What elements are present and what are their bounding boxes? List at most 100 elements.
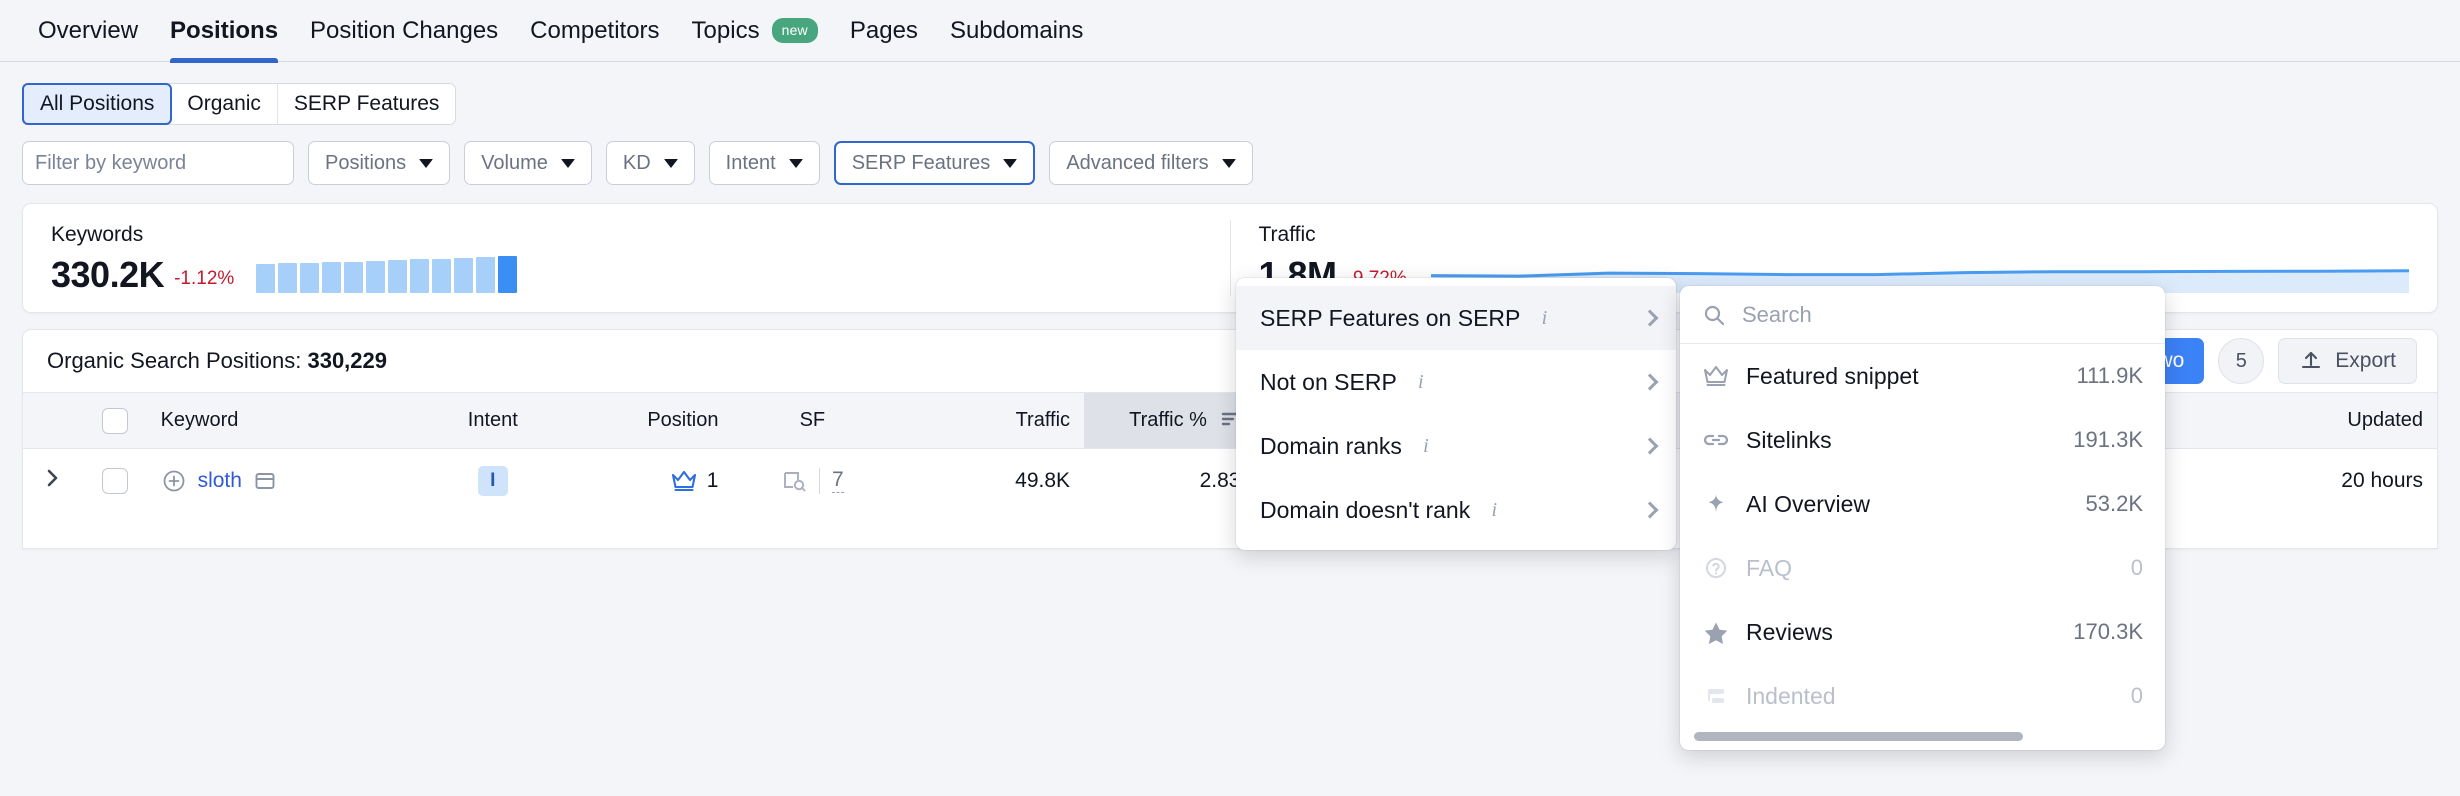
menu-item-domain-doesnt-rank[interactable]: Domain doesn't rank i	[1236, 478, 1676, 542]
chevron-down-icon	[788, 158, 803, 168]
feature-label: Reviews	[1746, 618, 1833, 645]
row-position-cell: 1	[573, 449, 733, 513]
positions-filter-tabs: All Positions Organic SERP Features	[22, 83, 457, 125]
feature-count: 0	[2130, 683, 2143, 708]
col-intent[interactable]: Intent	[412, 392, 573, 449]
primary-nav: Overview Positions Position Changes Comp…	[0, 0, 2460, 63]
row-count-button[interactable]: 5	[2218, 338, 2265, 384]
scrollbar-thumb[interactable]	[1694, 732, 2024, 741]
col-keyword[interactable]: Keyword	[146, 392, 413, 449]
ai-sparkle-icon	[1702, 492, 1730, 516]
submenu-search-input[interactable]	[1740, 300, 2143, 329]
search-icon	[1702, 303, 1726, 327]
upload-icon	[2299, 349, 2323, 373]
keyword-link[interactable]: sloth	[198, 469, 242, 493]
serp-features-submenu: Featured snippet 111.9K Sitelinks 191.3K…	[1680, 286, 2165, 750]
col-label: Traffic %	[1129, 409, 1207, 431]
feature-label: Indented	[1746, 682, 1836, 709]
info-icon[interactable]: i	[1484, 500, 1504, 520]
panel-title-prefix: Organic Search Positions:	[47, 348, 308, 373]
feature-reviews[interactable]: Reviews 170.3K	[1680, 600, 2165, 664]
keyword-filter	[22, 141, 294, 185]
feature-label: Sitelinks	[1746, 426, 1832, 453]
filter-bar: Positions Volume KD Intent SERP Features…	[0, 125, 2460, 185]
chevron-down-icon	[560, 158, 575, 168]
info-icon[interactable]: i	[1411, 372, 1431, 392]
menu-item-not-on-serp[interactable]: Not on SERP i	[1236, 350, 1676, 414]
sf-count[interactable]: 7	[832, 468, 844, 494]
metric-label: Traffic	[1258, 223, 1316, 246]
tab-label: Organic	[187, 92, 261, 115]
sparkline-bar	[454, 258, 474, 293]
filter-label: KD	[622, 151, 651, 174]
nav-item-pages[interactable]: Pages	[834, 0, 934, 62]
nav-item-subdomains[interactable]: Subdomains	[934, 0, 1099, 62]
col-traffic-percent[interactable]: Traffic %	[1084, 392, 1255, 449]
row-expand-cell[interactable]	[23, 449, 83, 513]
menu-item-serp-features-on-serp[interactable]: SERP Features on SERP i	[1236, 286, 1676, 350]
tab-organic[interactable]: Organic	[171, 84, 278, 124]
feature-count: 111.9K	[2076, 363, 2143, 388]
chevron-down-icon	[419, 158, 434, 168]
row-checkbox[interactable]	[101, 467, 128, 494]
filter-serp-features[interactable]: SERP Features	[833, 141, 1036, 185]
nav-item-topics[interactable]: Topics new	[676, 0, 834, 62]
chevron-down-icon	[663, 158, 678, 168]
info-icon[interactable]: i	[1534, 308, 1554, 328]
col-expand	[23, 392, 83, 449]
menu-item-label: SERP Features on SERP	[1260, 304, 1521, 331]
metric-label: Keywords	[51, 223, 144, 246]
feature-featured-snippet[interactable]: Featured snippet 111.9K	[1680, 344, 2165, 408]
row-traffic-percent-cell: 2.83	[1199, 468, 1241, 492]
feature-sitelinks[interactable]: Sitelinks 191.3K	[1680, 408, 2165, 472]
serp-features-menu: SERP Features on SERP i Not on SERP i Do…	[1236, 278, 1676, 550]
feature-ai-overview[interactable]: AI Overview 53.2K	[1680, 472, 2165, 536]
nav-item-position-changes[interactable]: Position Changes	[294, 0, 514, 62]
submenu-horizontal-scrollbar[interactable]	[1680, 728, 2165, 750]
chevron-right-icon	[1641, 309, 1659, 327]
circle-plus-icon[interactable]	[161, 468, 187, 494]
feature-label: FAQ	[1746, 554, 1793, 581]
export-label: Export	[2335, 349, 2396, 372]
col-traffic[interactable]: Traffic	[892, 392, 1085, 449]
chevron-right-icon[interactable]	[45, 467, 61, 489]
select-all-checkbox[interactable]	[101, 407, 128, 434]
menu-item-label: Domain doesn't rank	[1260, 496, 1471, 523]
info-icon[interactable]: i	[1416, 436, 1436, 456]
col-position[interactable]: Position	[572, 392, 733, 449]
nav-item-label: Overview	[38, 16, 139, 44]
nav-item-positions[interactable]: Positions	[154, 0, 294, 63]
col-updated[interactable]: Updated	[2191, 392, 2437, 449]
serp-features-icon[interactable]	[781, 469, 807, 493]
tab-all-positions[interactable]: All Positions	[22, 83, 173, 125]
tab-serp-features[interactable]: SERP Features	[277, 84, 456, 124]
sparkline-bar	[278, 263, 298, 293]
search-input[interactable]	[23, 142, 293, 184]
filter-intent[interactable]: Intent	[708, 141, 820, 185]
col-sf[interactable]: SF	[732, 392, 893, 449]
export-button[interactable]: Export	[2278, 338, 2417, 384]
chevron-right-icon	[1641, 501, 1659, 519]
col-label: Traffic	[1015, 409, 1071, 431]
serp-preview-icon[interactable]	[253, 469, 277, 493]
filter-advanced[interactable]: Advanced filters	[1049, 141, 1253, 185]
filter-label: Positions	[325, 151, 407, 174]
indented-icon	[1702, 684, 1730, 708]
filter-volume[interactable]: Volume	[464, 141, 592, 185]
row-select-cell[interactable]	[83, 449, 147, 513]
nav-item-label: Subdomains	[949, 16, 1084, 44]
nav-item-competitors[interactable]: Competitors	[514, 0, 675, 62]
feature-count: 191.3K	[2073, 427, 2143, 452]
position-value: 1	[706, 468, 719, 492]
col-select[interactable]	[82, 392, 147, 449]
filter-kd[interactable]: KD	[605, 141, 695, 185]
menu-item-domain-ranks[interactable]: Domain ranks i	[1236, 414, 1676, 478]
filter-positions[interactable]: Positions	[308, 141, 451, 185]
row-traffic-cell: 49.8K	[1015, 468, 1071, 492]
nav-item-overview[interactable]: Overview	[22, 0, 154, 62]
nav-item-label: Position Changes	[310, 16, 499, 44]
sparkline-bar	[322, 262, 342, 293]
row-intent-cell[interactable]: I	[413, 449, 573, 513]
chevron-right-icon	[1641, 373, 1659, 391]
col-label: Position	[647, 409, 719, 431]
